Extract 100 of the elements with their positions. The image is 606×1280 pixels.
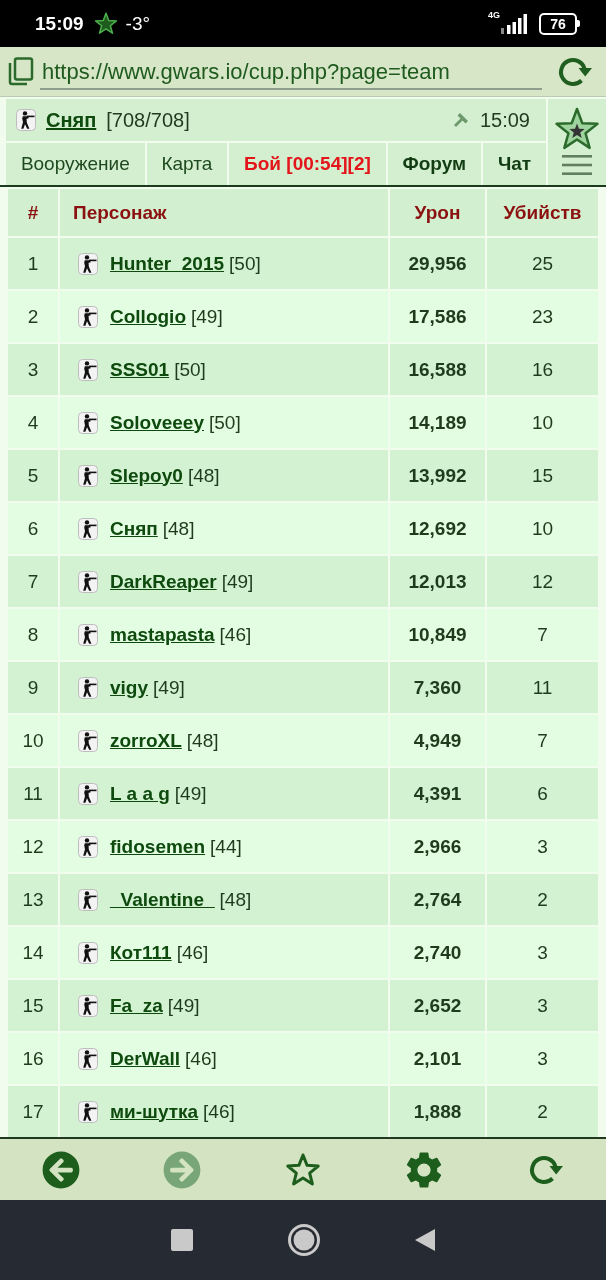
- level-text: [49]: [167, 994, 200, 1017]
- player-link[interactable]: Soloveeey: [110, 411, 204, 434]
- kills-cell: 25: [487, 238, 598, 289]
- damage-cell: 2,764: [390, 874, 485, 925]
- player-link[interactable]: L a a g: [110, 782, 170, 805]
- rank-cell: 7: [8, 556, 58, 607]
- rank-cell: 14: [8, 927, 58, 978]
- rank-cell: 9: [8, 662, 58, 713]
- player-link[interactable]: ми-шутка: [110, 1100, 199, 1123]
- clock-text: 15:09: [479, 108, 530, 132]
- bookmark-button[interactable]: [285, 1151, 321, 1188]
- star-icon[interactable]: [554, 107, 600, 151]
- rank-cell: 4: [8, 397, 58, 448]
- menu-tab[interactable]: Вооружение: [6, 143, 145, 185]
- kills-cell: 3: [487, 927, 598, 978]
- level-text: [46]: [219, 623, 252, 646]
- damage-cell: 12,013: [390, 556, 485, 607]
- column-header: Персонаж: [60, 189, 388, 236]
- kills-cell: 23: [487, 291, 598, 342]
- level-text: [50]: [209, 411, 241, 434]
- kills-cell: 3: [487, 821, 598, 872]
- gunman-icon: [78, 782, 98, 805]
- rank-cell: 16: [8, 1033, 58, 1084]
- rank-cell: 13: [8, 874, 58, 925]
- kills-cell: 2: [487, 874, 598, 925]
- player-link[interactable]: Сняп: [110, 517, 158, 540]
- damage-cell: 10,849: [390, 609, 485, 660]
- damage-cell: 14,189: [390, 397, 485, 448]
- forward-arrow-icon: [162, 1150, 201, 1189]
- gunman-icon: [78, 464, 98, 487]
- rank-cell: 11: [8, 768, 58, 819]
- menu-tab[interactable]: Чат: [483, 143, 546, 185]
- menu-tab[interactable]: Форум: [387, 143, 481, 185]
- player-link[interactable]: Collogio: [110, 305, 186, 328]
- level-text: [49]: [153, 676, 185, 699]
- gunman-icon: [78, 623, 98, 646]
- back-icon[interactable]: [415, 1229, 435, 1251]
- kills-cell: 2: [487, 1086, 598, 1137]
- level-text: [46]: [203, 1100, 235, 1123]
- player-link[interactable]: Кот111: [110, 941, 172, 964]
- player-link[interactable]: vigy: [110, 676, 149, 699]
- player-link[interactable]: DerWall: [110, 1047, 181, 1070]
- damage-cell: 16,588: [390, 344, 485, 395]
- player-link[interactable]: Сняп: [46, 108, 97, 132]
- damage-cell: 2,101: [390, 1033, 485, 1084]
- player-link[interactable]: mastapasta: [110, 623, 215, 646]
- kills-cell: 11: [487, 662, 598, 713]
- player-link[interactable]: fidosemen: [110, 835, 206, 858]
- gunman-icon: [78, 1047, 98, 1070]
- kills-cell: 7: [487, 715, 598, 766]
- rank-cell: 12: [8, 821, 58, 872]
- rank-cell: 10: [8, 715, 58, 766]
- gunman-icon: [78, 517, 98, 540]
- player-link[interactable]: DarkReaper: [110, 570, 217, 593]
- network-label: 4G: [488, 10, 500, 20]
- gunman-icon: [78, 729, 98, 752]
- back-arrow-icon: [41, 1150, 80, 1189]
- damage-cell: 7,360: [390, 662, 485, 713]
- rank-cell: 8: [8, 609, 58, 660]
- gunman-icon: [78, 570, 98, 593]
- kills-cell: 15: [487, 450, 598, 501]
- kills-cell: 3: [487, 980, 598, 1031]
- gunman-icon: [78, 252, 98, 275]
- kills-cell: 10: [487, 397, 598, 448]
- player-link[interactable]: Hunter_2015: [110, 252, 225, 275]
- gunman-icon: [78, 1100, 98, 1123]
- rank-cell: 17: [8, 1086, 58, 1137]
- health-text: [708/708]: [106, 108, 190, 132]
- column-header: #: [8, 189, 58, 236]
- damage-cell: 4,391: [390, 768, 485, 819]
- battery-indicator: 76: [539, 12, 580, 35]
- back-button[interactable]: [41, 1150, 80, 1189]
- level-text: [46]: [176, 941, 209, 964]
- player-link[interactable]: Fa_za: [110, 994, 163, 1017]
- temperature-text: -3°: [125, 12, 151, 35]
- star-icon: [285, 1151, 321, 1188]
- player-link[interactable]: _Valentine_: [110, 888, 215, 911]
- level-text: [49]: [221, 570, 254, 593]
- star-icon: [93, 12, 118, 35]
- gunman-icon: [78, 994, 98, 1017]
- damage-cell: 12,692: [390, 503, 485, 554]
- player-link[interactable]: zorroXL: [110, 729, 182, 752]
- level-text: [44]: [210, 835, 242, 858]
- damage-cell: 2,652: [390, 980, 485, 1031]
- menu-icon[interactable]: [562, 155, 592, 175]
- kills-cell: 10: [487, 503, 598, 554]
- damage-cell: 2,740: [390, 927, 485, 978]
- level-text: [50]: [174, 358, 206, 381]
- menu-tab[interactable]: Карта: [146, 143, 228, 185]
- damage-cell: 1,888: [390, 1086, 485, 1137]
- menu-tab[interactable]: Бой [00:54][2]: [229, 143, 386, 185]
- column-header: Убийств: [487, 189, 598, 236]
- copy-icon[interactable]: [7, 57, 34, 86]
- damage-cell: 2,966: [390, 821, 485, 872]
- rank-cell: 1: [8, 238, 58, 289]
- home-icon[interactable]: [288, 1224, 320, 1256]
- level-text: [46]: [185, 1047, 217, 1070]
- player-link[interactable]: SSS01: [110, 358, 170, 381]
- damage-cell: 13,992: [390, 450, 485, 501]
- player-link[interactable]: Slepoy0: [110, 464, 183, 487]
